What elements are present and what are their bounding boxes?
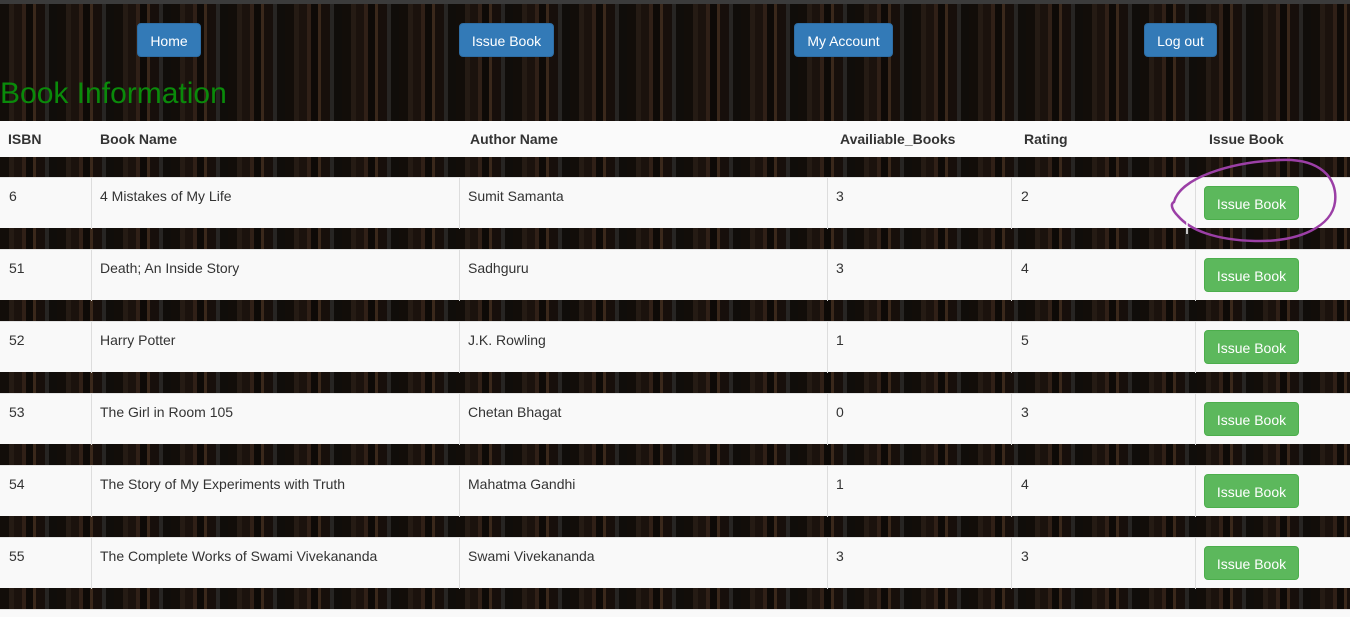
header-isbn: ISBN — [8, 131, 42, 147]
isbn-cell: 53 — [9, 404, 25, 420]
action-cell: Issue Book — [1195, 538, 1350, 589]
action-cell: Issue Book — [1195, 466, 1350, 517]
table-row: 55 The Complete Works of Swami Vivekanan… — [0, 537, 1350, 589]
isbn-cell: 55 — [9, 548, 25, 564]
issue-book-button[interactable]: Issue Book — [1204, 546, 1299, 580]
available-books-cell: 3 — [827, 250, 1012, 301]
author-name-cell: Chetan Bhagat — [459, 394, 828, 445]
action-cell: Issue Book — [1195, 250, 1350, 301]
issue-book-nav-button[interactable]: Issue Book — [459, 23, 554, 57]
issue-book-button[interactable]: Issue Book — [1204, 402, 1299, 436]
author-name-cell: Mahatma Gandhi — [459, 466, 828, 517]
logout-button[interactable]: Log out — [1144, 23, 1217, 57]
available-books-cell: 1 — [827, 322, 1012, 373]
table-row: 53 The Girl in Room 105 Chetan Bhagat 0 … — [0, 393, 1350, 445]
rating-cell: 4 — [1011, 466, 1196, 517]
table-row: 54 The Story of My Experiments with Trut… — [0, 465, 1350, 517]
header-book-name: Book Name — [100, 131, 178, 147]
rating-cell: 3 — [1011, 394, 1196, 445]
table-row-partial — [0, 609, 1350, 617]
isbn-cell: 54 — [9, 476, 25, 492]
book-name-cell: The Story of My Experiments with Truth — [91, 466, 460, 517]
table-row: 52 Harry Potter J.K. Rowling 1 5 Issue B… — [0, 321, 1350, 373]
issue-book-button[interactable]: Issue Book — [1204, 186, 1299, 220]
header-author-name: Author Name — [470, 131, 558, 147]
book-name-cell: Death; An Inside Story — [91, 250, 460, 301]
isbn-cell: 6 — [9, 188, 17, 204]
available-books-cell: 0 — [827, 394, 1012, 445]
rating-cell: 5 — [1011, 322, 1196, 373]
issue-book-button[interactable]: Issue Book — [1204, 330, 1299, 364]
issue-book-button[interactable]: Issue Book — [1204, 474, 1299, 508]
rating-cell: 2 — [1011, 178, 1196, 229]
available-books-cell: 1 — [827, 466, 1012, 517]
table-row: 51 Death; An Inside Story Sadhguru 3 4 I… — [0, 249, 1350, 301]
home-button[interactable]: Home — [137, 23, 201, 57]
book-name-cell: Harry Potter — [91, 322, 460, 373]
isbn-cell: 51 — [9, 260, 25, 276]
author-name-cell: Sadhguru — [459, 250, 828, 301]
author-name-cell: Sumit Samanta — [459, 178, 828, 229]
book-name-cell: The Girl in Room 105 — [91, 394, 460, 445]
header-available-books: Availiable_Books — [840, 131, 956, 147]
table-row: 6 4 Mistakes of My Life Sumit Samanta 3 … — [0, 177, 1350, 229]
rating-cell: 3 — [1011, 538, 1196, 589]
header-issue-book: Issue Book — [1209, 131, 1284, 147]
book-name-cell: The Complete Works of Swami Vivekananda — [91, 538, 460, 589]
action-cell: Issue Book — [1195, 394, 1350, 445]
my-account-button[interactable]: My Account — [794, 23, 893, 57]
issue-book-button[interactable]: Issue Book — [1204, 258, 1299, 292]
top-border — [0, 0, 1350, 4]
action-cell: Issue Book — [1195, 322, 1350, 373]
header-rating: Rating — [1024, 131, 1068, 147]
book-name-cell: 4 Mistakes of My Life — [91, 178, 460, 229]
author-name-cell: J.K. Rowling — [459, 322, 828, 373]
isbn-cell: 52 — [9, 332, 25, 348]
table-header: ISBN Book Name Author Name Availiable_Bo… — [0, 121, 1350, 157]
rating-cell: 4 — [1011, 250, 1196, 301]
available-books-cell: 3 — [827, 178, 1012, 229]
author-name-cell: Swami Vivekananda — [459, 538, 828, 589]
action-cell: Issue Book — [1195, 178, 1350, 229]
available-books-cell: 3 — [827, 538, 1012, 589]
page-title: Book Information — [0, 77, 227, 110]
